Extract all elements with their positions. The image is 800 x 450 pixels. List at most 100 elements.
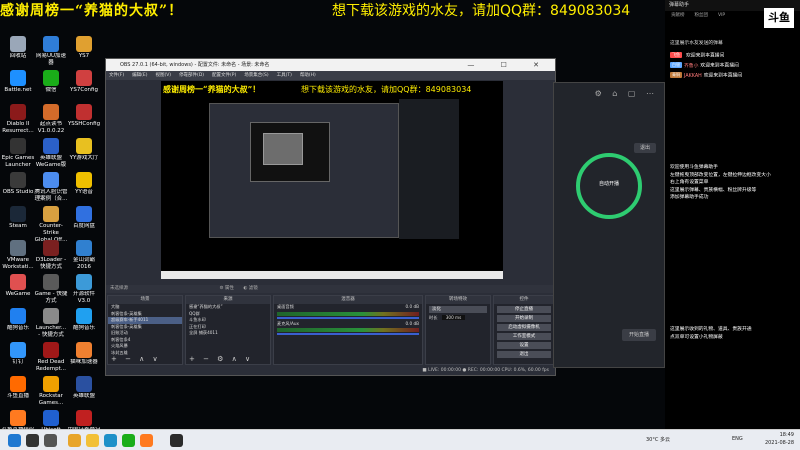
source-actions[interactable]: + − ⚙ ∧ ∨ (186, 355, 270, 364)
search-icon[interactable] (26, 434, 39, 447)
mixer-channel-mic: 麦克风/Aux 0.0 dB (277, 320, 419, 326)
douyu-companion-window[interactable]: ⚙ ⌂ ▢ ⋯ 退出 自动开播 开始直播 (553, 82, 665, 368)
desktop-icon[interactable]: Rockstar Games... (34, 376, 68, 407)
window-controls[interactable]: — ☐ ✕ (467, 59, 551, 71)
obs-menu-item[interactable]: 视图(V) (155, 73, 171, 78)
danmu-tab[interactable]: 粉丝团 (695, 13, 709, 18)
desktop-icon[interactable]: 猫咪加速器 (67, 342, 101, 366)
desktop-icon-label: Steam (9, 223, 27, 229)
desktop-icon[interactable]: YS7Config (67, 70, 101, 94)
desktop-icon[interactable]: Red Dead Redempt... (34, 342, 68, 373)
obs-control-button[interactable]: 工作室模式 (497, 333, 551, 340)
douyu-logo: 斗鱼 (764, 8, 794, 28)
danmu-user[interactable]: JAKKAH (684, 74, 702, 79)
app-icon (76, 240, 92, 256)
desktop-icon-label: 腾讯人脸识管理案例（合... (34, 189, 68, 202)
obs-control-button[interactable]: 退出 (497, 351, 551, 358)
desktop-icon-label: Rockstar Games... (38, 393, 64, 406)
desktop-audio-slider[interactable] (277, 316, 419, 319)
desktop-icon[interactable]: Diablo II Resurrect... (1, 104, 35, 135)
desktop-icon[interactable]: 酷狗音乐 (1, 308, 35, 332)
desktop-icon[interactable]: 回收站 (1, 36, 35, 60)
desktop-icon[interactable]: YY游戏大厅 (67, 138, 101, 162)
desktop-icon[interactable]: 酷狗音乐 (67, 308, 101, 332)
obs-icon[interactable] (170, 434, 183, 447)
controls-panel: 控件 停止直播 开始录制 启动虚拟摄像机 工作室模式 设置 退出 (493, 295, 555, 365)
danmu-tab[interactable]: 贡献榜 (671, 13, 685, 18)
desktop-icon[interactable]: 网易UU加速器 (34, 36, 68, 67)
mixer-panel: 混音器 桌面音频 0.0 dB 麦克风/Aux 0.0 dB (273, 295, 423, 365)
obs-titlebar[interactable]: OBS 27.0.1 (64-bit, windows) - 配置文件: 未命名… (106, 59, 555, 71)
obs-window[interactable]: OBS 27.0.1 (64-bit, windows) - 配置文件: 未命名… (105, 58, 556, 376)
app-icon (76, 138, 92, 154)
desktop-icon[interactable]: 微信 (34, 70, 68, 94)
app-icon (76, 342, 92, 358)
desktop-icon[interactable]: Launcher... - 快捷方式 (34, 308, 68, 339)
file-explorer-icon[interactable] (86, 434, 99, 447)
desktop-icon[interactable]: 开源软件V3.0 (67, 274, 101, 305)
obs-preview[interactable]: 感谢周榜一“养猫的大叔”！ 想下载该游戏的水友，请加QQ群：849083034 (161, 81, 503, 279)
desktop-icon[interactable]: Battle.net (1, 70, 35, 94)
obs-menu-item[interactable]: 工具(T) (277, 73, 292, 78)
douyu-icon[interactable] (140, 434, 153, 447)
desktop-icon[interactable]: YSSHConfig (67, 104, 101, 128)
danmu-user[interactable]: 齐鲁小 (684, 64, 698, 69)
task-view-icon[interactable] (44, 434, 57, 447)
desktop-icon-label: 金山词霸2016 (72, 257, 95, 270)
douyu-start-button[interactable]: 开始直播 (622, 329, 656, 341)
desktop-icon[interactable]: 斗鱼直播 (1, 376, 35, 400)
system-clock[interactable]: 18:49 2021-08-28 (765, 431, 794, 447)
desktop-icon[interactable]: Counter-Strike Global Off... (34, 206, 68, 244)
obs-menu-item[interactable]: 帮助(H) (300, 73, 316, 78)
desktop-icon[interactable]: 英雄联盟WeGame版 (34, 138, 68, 169)
desktop-icon[interactable]: D3Loader - 快捷方式 (34, 240, 68, 271)
desktop-icon[interactable]: VMware Workstati... (1, 240, 35, 271)
desktop-icon[interactable]: WeGame (1, 274, 35, 298)
obs-menu-item[interactable]: 停靠部件(D) (179, 73, 204, 78)
desktop-icon[interactable]: 钉钉 (1, 342, 35, 366)
mic-audio-slider[interactable] (277, 333, 419, 335)
scene-actions[interactable]: + − ∧ ∨ (108, 355, 182, 364)
transition-duration-input[interactable]: 300 ms (441, 315, 466, 320)
edge-icon[interactable] (104, 434, 117, 447)
preview-banner-right: 想下载该游戏的水友，请加QQ群：849083034 (301, 85, 472, 94)
obs-control-button[interactable]: 设置 (497, 342, 551, 349)
weather-status[interactable]: 30°C 多云 (646, 436, 670, 443)
desktop-icon[interactable]: Epic Games Launcher (1, 138, 35, 169)
source-item[interactable]: 全屏 捕获4011 (186, 330, 270, 337)
desktop-icon[interactable]: Steam (1, 206, 35, 230)
app-icon (76, 308, 92, 324)
obs-menu-item[interactable]: 编辑(E) (132, 73, 147, 78)
desktop-icon[interactable]: 金山词霸2016 (67, 240, 101, 271)
filters-button[interactable]: ◐ 滤镜 (243, 286, 257, 291)
douyu-exit-button[interactable]: 退出 (634, 143, 656, 153)
danmu-tab[interactable]: VIP (718, 13, 725, 18)
chrome-icon[interactable] (68, 434, 81, 447)
windows-start-icon[interactable] (8, 434, 21, 447)
obs-control-button[interactable]: 启动虚拟摄像机 (497, 324, 551, 331)
obs-menu-item[interactable]: 文件(F) (109, 73, 124, 78)
obs-control-button[interactable]: 开始录制 (497, 315, 551, 322)
desktop-icon[interactable]: 百度网盘 (67, 206, 101, 230)
douyu-toolbar-icons[interactable]: ⚙ ⌂ ▢ ⋯ (554, 83, 664, 103)
desktop-icon[interactable]: 腾讯人脸识管理案例（合... (34, 172, 68, 203)
app-icon (43, 172, 59, 188)
app-icon (76, 172, 92, 188)
transition-type-select[interactable]: 淡化 (429, 306, 487, 313)
obs-control-button[interactable]: 停止直播 (497, 306, 551, 313)
app-icon (76, 274, 92, 290)
input-language[interactable]: ENG (732, 436, 743, 442)
desktop-icon[interactable]: 起点读书V1.0.0.22 (34, 104, 68, 135)
obs-menu-item[interactable]: 场景集合(S) (244, 73, 268, 78)
desktop-icon[interactable]: YY语音 (67, 172, 101, 196)
properties-button[interactable]: ⚙ 属性 (219, 286, 233, 291)
control-buttons: 停止直播开始录制启动虚拟摄像机 工作室模式设置退出 (494, 306, 554, 358)
obs-menu-item[interactable]: 配置文件(P) (212, 73, 236, 78)
desktop-icon[interactable]: Game - 快捷方式 (34, 274, 68, 305)
desktop-icon[interactable]: OBS Studio (1, 172, 35, 196)
desktop-icon[interactable]: 英雄联盟 (67, 376, 101, 400)
desktop-icon-label: Diablo II Resurrect... (2, 121, 34, 134)
desktop-icon-label: 起点读书V1.0.0.22 (37, 121, 65, 134)
wechat-icon[interactable] (122, 434, 135, 447)
desktop-icon[interactable]: YS7 (67, 36, 101, 60)
